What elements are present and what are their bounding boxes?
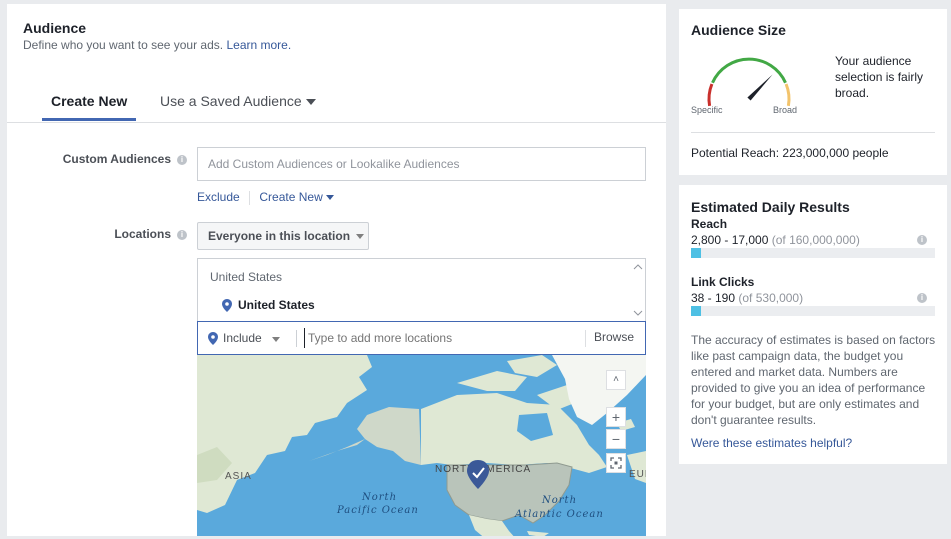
create-new-link-label: Create New bbox=[259, 190, 323, 204]
include-label: Include bbox=[223, 331, 262, 345]
browse-button[interactable]: Browse bbox=[594, 330, 634, 344]
audience-size-title: Audience Size bbox=[691, 22, 786, 38]
potential-reach: Potential Reach: 223,000,000 people bbox=[691, 146, 889, 160]
audience-subtitle: Define who you want to see your ads. Lea… bbox=[23, 38, 291, 52]
custom-audiences-placeholder: Add Custom Audiences or Lookalike Audien… bbox=[208, 157, 460, 171]
selected-location-label: United States bbox=[238, 298, 315, 312]
info-icon[interactable]: i bbox=[177, 154, 187, 165]
zoom-out-button[interactable]: − bbox=[606, 429, 626, 449]
locations-label-text: Locations bbox=[114, 227, 171, 241]
location-group-header: United States bbox=[210, 270, 283, 284]
audience-size-card: Audience Size Specific Broad Your audien… bbox=[679, 9, 947, 175]
custom-audiences-input[interactable]: Add Custom Audiences or Lookalike Audien… bbox=[197, 147, 646, 181]
location-type-dropdown[interactable]: Everyone in this location bbox=[197, 222, 369, 250]
location-search-input[interactable] bbox=[304, 328, 574, 348]
map-label-europe: EURO bbox=[629, 469, 646, 480]
map-label-asia: ASIA bbox=[225, 471, 252, 482]
chevron-down-icon bbox=[271, 337, 280, 342]
audience-gauge bbox=[707, 57, 791, 107]
map-label-pacific-2: Pacific Ocean bbox=[336, 505, 419, 516]
location-search-row: Include Browse bbox=[197, 321, 646, 355]
chevron-down-icon bbox=[305, 99, 316, 106]
custom-audiences-label: Custom Audiences i bbox=[27, 152, 187, 166]
map-label-pacific-1: North bbox=[361, 492, 397, 503]
location-pin-icon bbox=[222, 299, 232, 313]
locations-label: Locations i bbox=[27, 227, 187, 241]
active-tab-indicator bbox=[42, 118, 136, 121]
zoom-in-button[interactable]: + bbox=[606, 407, 626, 427]
separator bbox=[249, 190, 251, 205]
link-clicks-range-value: 38 - 190 bbox=[691, 291, 736, 305]
link-clicks-label: Link Clicks bbox=[691, 275, 755, 289]
estimates-helpful-link[interactable]: Were these estimates helpful? bbox=[691, 436, 852, 450]
tab-create-new[interactable]: Create New bbox=[51, 93, 127, 109]
separator bbox=[296, 330, 297, 347]
chevron-down-icon bbox=[325, 195, 334, 201]
learn-more-link[interactable]: Learn more. bbox=[226, 38, 291, 52]
world-map[interactable]: ASIA NORTH AMERICA North Pacific Ocean N… bbox=[197, 355, 646, 536]
audience-title: Audience bbox=[23, 20, 87, 36]
chevron-down-icon bbox=[356, 233, 365, 239]
estimates-disclaimer: The accuracy of estimates is based on fa… bbox=[691, 333, 936, 427]
custom-audiences-actions: Exclude Create New bbox=[197, 190, 334, 205]
gauge-needle bbox=[747, 74, 773, 101]
create-new-link[interactable]: Create New bbox=[259, 190, 334, 204]
custom-audiences-label-text: Custom Audiences bbox=[62, 152, 171, 166]
fullscreen-icon bbox=[610, 457, 622, 469]
info-icon[interactable]: i bbox=[917, 293, 927, 303]
specific-label: Specific bbox=[691, 105, 723, 115]
fullscreen-button[interactable] bbox=[606, 453, 626, 473]
audience-panel: Audience Define who you want to see your… bbox=[7, 4, 666, 536]
audience-size-description: Your audience selection is fairly broad. bbox=[835, 54, 924, 100]
map-label-atlantic-2: Atlantic Ocean bbox=[514, 509, 604, 520]
separator bbox=[585, 330, 586, 347]
selected-location-item[interactable]: United States bbox=[222, 298, 315, 313]
tab-divider bbox=[7, 122, 666, 123]
include-dropdown[interactable]: Include bbox=[208, 331, 280, 346]
link-clicks-range: 38 - 190 (of 530,000) bbox=[691, 291, 803, 305]
exclude-link[interactable]: Exclude bbox=[197, 190, 240, 204]
subtitle-text: Define who you want to see your ads. bbox=[23, 38, 224, 52]
divider bbox=[691, 132, 935, 133]
reach-bar bbox=[691, 248, 935, 258]
estimated-results-card: Estimated Daily Results Reach 2,800 - 17… bbox=[679, 185, 947, 464]
reach-bar-fill bbox=[691, 248, 701, 258]
tab-saved-audience-label: Use a Saved Audience bbox=[160, 93, 302, 109]
location-list-scrollbar[interactable] bbox=[631, 259, 645, 321]
broad-label: Broad bbox=[773, 105, 798, 115]
link-clicks-bar-fill bbox=[691, 306, 701, 316]
selected-locations-box: United States United States bbox=[197, 258, 646, 322]
location-type-value: Everyone in this location bbox=[208, 229, 351, 243]
tab-saved-audience[interactable]: Use a Saved Audience bbox=[160, 93, 316, 109]
location-map[interactable]: ASIA NORTH AMERICA North Pacific Ocean N… bbox=[197, 355, 646, 536]
reach-total: (of 160,000,000) bbox=[771, 233, 860, 247]
info-icon[interactable]: i bbox=[177, 229, 187, 240]
link-clicks-bar bbox=[691, 306, 935, 316]
info-icon[interactable]: i bbox=[917, 235, 927, 245]
reach-range: 2,800 - 17,000 (of 160,000,000) bbox=[691, 233, 860, 247]
location-pin-icon bbox=[208, 332, 218, 346]
map-label-atlantic-1: North bbox=[541, 495, 577, 506]
map-scroll-up-button[interactable]: ˄ bbox=[606, 370, 626, 390]
reach-label: Reach bbox=[691, 217, 728, 231]
reach-range-value: 2,800 - 17,000 bbox=[691, 233, 769, 247]
estimated-results-title: Estimated Daily Results bbox=[691, 199, 850, 215]
link-clicks-total: (of 530,000) bbox=[738, 291, 804, 305]
